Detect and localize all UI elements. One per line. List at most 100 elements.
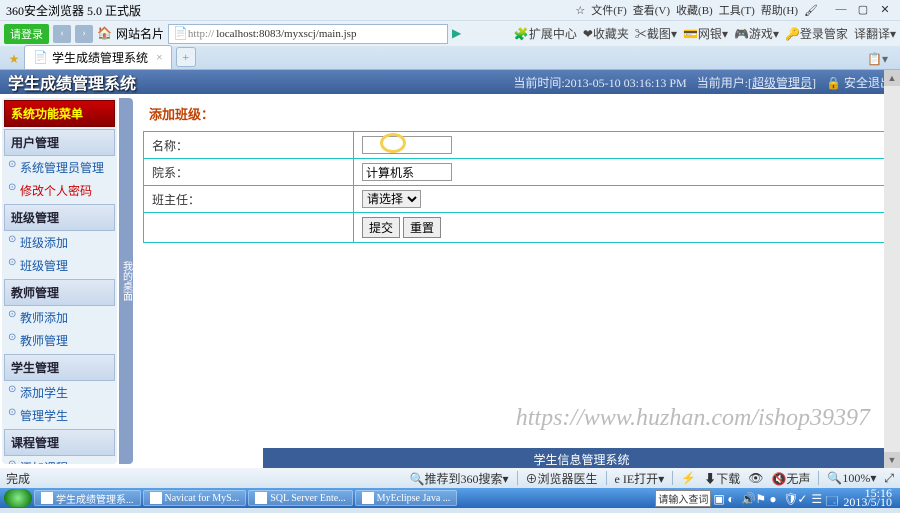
reset-button[interactable]: 重置	[403, 217, 441, 238]
watermark: https://www.huzhan.com/ishop39397	[516, 405, 870, 432]
sidebar-group[interactable]: 教师管理	[4, 279, 115, 306]
sidebar-collapse-handle[interactable]: 我的桌面	[119, 98, 133, 464]
brush-icon[interactable]: 🖌	[804, 4, 818, 17]
game[interactable]: 🎮游戏▾	[734, 25, 779, 42]
taskbar-tasks: 学生成绩管理系...Navicat for MyS...SQL Server E…	[34, 490, 457, 506]
start-button[interactable]	[4, 489, 32, 507]
tray-icon[interactable]: ●	[769, 492, 781, 504]
sidebar-group[interactable]: 课程管理	[4, 429, 115, 456]
name-label: 名称：	[144, 132, 354, 159]
sidebar-item[interactable]: 教师添加	[4, 306, 115, 329]
name-input[interactable]	[362, 136, 452, 154]
page-icon: 📄	[173, 26, 188, 41]
back-button[interactable]: ‹	[53, 25, 71, 43]
tab-icon: 📄	[33, 50, 48, 65]
main-content: 添加班级： 名称： 院系： 班主任： 请选择	[133, 94, 900, 468]
taskbar-task[interactable]: 学生成绩管理系...	[34, 490, 141, 506]
clock[interactable]: 15:16 2013/5/10	[839, 489, 896, 507]
login-mgr[interactable]: 🔑登录管家	[785, 25, 848, 42]
status-text: 完成	[6, 470, 30, 487]
menu-fav[interactable]: 收藏(B)	[676, 2, 713, 18]
menu-tool[interactable]: 工具(T)	[719, 2, 755, 18]
browser-tab[interactable]: 📄 学生成绩管理系统 ×	[24, 45, 172, 69]
status-resize-icon[interactable]: ⤢	[884, 471, 894, 486]
star-icon[interactable]: ★	[4, 49, 24, 69]
sidebar-item[interactable]: 管理学生	[4, 404, 115, 427]
status-zoom[interactable]: 🔍100%▾	[827, 471, 876, 486]
login-badge[interactable]: 请登录	[4, 24, 49, 44]
tab-title: 学生成绩管理系统	[52, 49, 148, 66]
submit-button[interactable]: 提交	[362, 217, 400, 238]
logout-link[interactable]: 🔒 安全退出	[826, 74, 892, 91]
sidebar-item[interactable]: 班级管理	[4, 254, 115, 277]
sidebar-group[interactable]: 用户管理	[4, 129, 115, 156]
tab-bar: ★ 📄 学生成绩管理系统 × + 📋▾	[0, 46, 900, 70]
new-tab-button[interactable]: +	[176, 47, 196, 67]
address-bar: 请登录 ‹ › 🏠 网站名片 📄 http:// localhost:8083/…	[0, 20, 900, 46]
url-input[interactable]: 📄 http:// localhost:8083/myxscj/main.jsp	[168, 24, 448, 44]
status-accel-icon[interactable]: ⚡	[681, 471, 696, 486]
scrollbar[interactable]: ▲ ▼	[884, 70, 900, 468]
tray-icon[interactable]: ☰	[811, 492, 823, 504]
menu-view[interactable]: 查看(V)	[633, 2, 670, 18]
tray-icon[interactable]: 🔊	[741, 492, 753, 504]
minimize-button[interactable]: —	[832, 3, 850, 17]
sidebar-head: 系统功能菜单	[4, 100, 115, 127]
favorites[interactable]: ❤收藏夹	[583, 25, 629, 42]
browser-title: 360安全浏览器 5.0 正式版	[6, 2, 141, 19]
translate[interactable]: 译翻译▾	[854, 25, 896, 42]
tray-icon[interactable]: ✓	[797, 492, 809, 504]
form-table: 名称： 院系： 班主任： 请选择 提交	[143, 131, 890, 243]
status-bar: 完成 🔍推荐到360搜索▾ ⊕浏览器医生 e IE打开▾ ⚡ ⬇下载 👁 🔇无声…	[0, 468, 900, 488]
scroll-up-icon[interactable]: ▲	[884, 70, 900, 86]
status-doctor[interactable]: ⊕浏览器医生	[526, 470, 598, 487]
close-button[interactable]: ✕	[876, 3, 894, 17]
sidebar: 系统功能菜单 用户管理系统管理员管理修改个人密码班级管理班级添加班级管理教师管理…	[2, 98, 117, 464]
status-mute[interactable]: 🔇无声	[771, 470, 810, 487]
tray-icon[interactable]: 🗔	[825, 492, 837, 504]
taskbar-task[interactable]: SQL Server Ente...	[248, 490, 352, 506]
tab-close-icon[interactable]: ×	[156, 50, 163, 65]
status-search[interactable]: 🔍推荐到360搜索▾	[410, 470, 509, 487]
sidebar-item[interactable]: 添加课程	[4, 456, 115, 464]
forward-button[interactable]: ›	[75, 25, 93, 43]
sidebar-item[interactable]: 班级添加	[4, 231, 115, 254]
app-viewport: 学生成绩管理系统 当前时间:2013-05-10 03:16:13 PM 当前用…	[0, 70, 900, 468]
tray-search-input[interactable]: 请输入查词	[655, 490, 711, 507]
ext-center[interactable]: 🧩扩展中心	[514, 25, 577, 42]
taskbar: 学生成绩管理系...Navicat for MyS...SQL Server E…	[0, 488, 900, 508]
tray-icon[interactable]: ◐	[727, 492, 739, 504]
tab-menu-icon[interactable]: 📋▾	[859, 50, 896, 69]
headteacher-select[interactable]: 请选择	[362, 190, 421, 208]
tray-icon[interactable]: ▣	[713, 492, 725, 504]
sidebar-item[interactable]: 系统管理员管理	[4, 156, 115, 179]
status-download[interactable]: ⬇下载	[704, 470, 740, 487]
sidebar-item[interactable]: 修改个人密码	[4, 179, 115, 202]
scroll-down-icon[interactable]: ▼	[884, 452, 900, 468]
taskbar-task[interactable]: Navicat for MyS...	[143, 490, 247, 506]
maximize-button[interactable]: ▢	[854, 3, 872, 17]
netbank[interactable]: 💳网银▾	[683, 25, 728, 42]
sidebar-group[interactable]: 班级管理	[4, 204, 115, 231]
tray-icon[interactable]: 🛡	[783, 492, 795, 504]
browser-titlebar: 360安全浏览器 5.0 正式版 ☆ 文件(F) 查看(V) 收藏(B) 工具(…	[0, 0, 900, 20]
menu-file[interactable]: 文件(F)	[591, 2, 626, 18]
go-button[interactable]: ▶	[452, 26, 461, 41]
status-ie[interactable]: e IE打开▾	[615, 470, 665, 487]
dept-input[interactable]	[362, 163, 452, 181]
app-header: 学生成绩管理系统 当前时间:2013-05-10 03:16:13 PM 当前用…	[0, 70, 900, 94]
current-user-link[interactable]: [超级管理员]	[748, 76, 816, 90]
sidebar-item[interactable]: 教师管理	[4, 329, 115, 352]
app-footer: 学生信息管理系统	[263, 448, 900, 468]
tray-icon[interactable]: ⚑	[755, 492, 767, 504]
taskbar-task[interactable]: MyEclipse Java ...	[355, 490, 458, 506]
screenshot[interactable]: ✂截图▾	[635, 25, 677, 42]
dept-label: 院系：	[144, 159, 354, 186]
home-icon[interactable]: 🏠	[97, 26, 112, 41]
menu-help[interactable]: 帮助(H)	[761, 2, 798, 18]
sidebar-group[interactable]: 学生管理	[4, 354, 115, 381]
site-card-label[interactable]: 网站名片	[116, 25, 164, 42]
status-eye-icon[interactable]: 👁	[748, 471, 763, 486]
page-heading: 添加班级：	[143, 100, 890, 127]
sidebar-item[interactable]: 添加学生	[4, 381, 115, 404]
